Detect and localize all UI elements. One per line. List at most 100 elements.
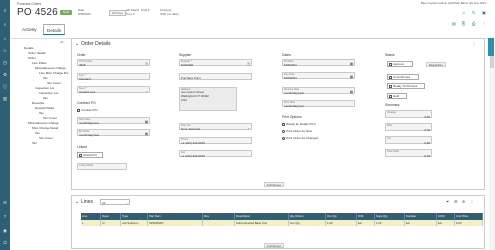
table-cell[interactable]: 1.00 <box>375 219 405 226</box>
side-panel-tab[interactable] <box>488 38 494 56</box>
ready-print-checkbox[interactable]: Ready for Ready Print <box>282 122 316 126</box>
checkbox-box[interactable] <box>389 76 393 80</box>
filter-icon[interactable]: ⏷ <box>446 199 449 204</box>
home-icon[interactable]: ⌂ <box>2 36 8 41</box>
tree-item[interactable]: Order details <box>28 51 46 55</box>
chevron-down-icon[interactable]: ⌄ <box>125 200 128 206</box>
unconfirmed-toggle[interactable]: Unconfirmed <box>387 74 419 80</box>
breadcrumb[interactable]: Purchase Orders <box>17 2 41 6</box>
collapse-chevron-icon[interactable]: ⌄ <box>75 39 79 49</box>
global-po-checkbox[interactable]: Global PO <box>77 152 103 158</box>
due-date-field[interactable]: Due Date 6/25/2021 ▦ <box>282 72 355 80</box>
attachment-icon[interactable]: ⎘ <box>462 21 465 26</box>
radio-button[interactable] <box>282 136 286 140</box>
hold-toggle[interactable]: Hold <box>387 93 407 99</box>
checkbox-box[interactable] <box>389 63 393 67</box>
table-cell[interactable]: 1 <box>81 219 101 226</box>
table-cell[interactable] <box>203 219 235 226</box>
tree-item[interactable]: Line Misc Charge Dis <box>39 71 68 75</box>
tree-item[interactable]: Inspection Lot <box>39 91 58 95</box>
table-cell[interactable]: EA <box>357 219 375 226</box>
add-icon[interactable]: ⊕ <box>462 199 465 204</box>
bell-icon[interactable]: ♫ <box>462 10 465 15</box>
tree-item[interactable]: Tax <box>43 76 48 80</box>
tree-item[interactable]: Miscellaneous Charge <box>28 121 59 125</box>
tree-item[interactable]: Line Pallet <box>32 61 46 65</box>
tree-item[interactable]: Receipt Pallet <box>35 106 54 110</box>
table-cell[interactable]: Job Subcont... <box>121 219 148 226</box>
phone-field[interactable]: Phone +1 (222) 324-6156 <box>179 137 252 145</box>
collapse-chevron-icon[interactable]: ⌄ <box>75 199 79 205</box>
tree-item[interactable]: Tax Cover <box>47 81 61 85</box>
table-cell[interactable]: 0.00 <box>455 219 483 226</box>
full-screen-button[interactable]: Full Screen <box>264 182 285 187</box>
checkbox-box[interactable] <box>79 154 83 158</box>
info-icon[interactable]: ⓘ <box>2 84 8 89</box>
table-cell[interactable]: Subcontracted Base Unit <box>235 219 289 226</box>
settings-icon[interactable]: ⚙ <box>2 72 8 77</box>
end-date-field[interactable]: End Date month/day/year ▦ <box>77 129 150 137</box>
calendar-icon[interactable]: ▦ <box>145 120 148 124</box>
contract-po-checkbox[interactable]: Contract PO <box>77 108 98 112</box>
tree-item[interactable]: Tax <box>43 96 48 100</box>
checkbox-box[interactable] <box>389 95 393 99</box>
table-cell[interactable]: SP0025207 <box>148 219 203 226</box>
checkbox-box[interactable] <box>282 122 286 126</box>
linked-order-field[interactable]: Linked Order <box>77 163 127 170</box>
chevron-down-icon[interactable]: ⌄ <box>247 126 250 130</box>
copy-icon[interactable]: ⎘ <box>145 62 148 66</box>
lines-full-screen-button[interactable]: Full Screen <box>264 243 285 248</box>
tree-item[interactable]: Tax <box>35 131 40 135</box>
chevron-down-icon[interactable]: ⌄ <box>145 89 148 93</box>
table-row[interactable]: 1 ☑ Job Subcont... SP0025207 Subcontract… <box>81 219 483 226</box>
tree-item[interactable]: Misc Charge Detail <box>32 126 58 130</box>
radio-button[interactable] <box>282 129 286 133</box>
chart-icon[interactable]: ▥ <box>2 96 8 101</box>
save-icon[interactable]: ▣ <box>482 10 486 15</box>
print-date-field[interactable]: Print Date month/day/year <box>282 100 355 108</box>
more-icon[interactable]: ⋮ <box>482 21 486 26</box>
hamburger-icon[interactable]: ≡ <box>2 8 8 13</box>
tree-item[interactable]: Miscellaneous Charge <box>35 66 66 70</box>
tree-item[interactable]: Inspection Lot <box>35 86 54 90</box>
fill-times-button[interactable]: Fill Times <box>109 10 126 16</box>
logout-icon[interactable]: ⏻ <box>2 240 8 245</box>
print-as-new-radio[interactable]: Print Order As New <box>282 129 312 133</box>
vertical-scrollbar[interactable] <box>489 38 495 250</box>
user-icon[interactable]: ◉ <box>2 228 8 233</box>
tree-item[interactable]: Receipts <box>32 101 44 105</box>
tree-item[interactable]: Details <box>24 46 33 50</box>
checkbox-box[interactable] <box>389 85 393 89</box>
search-icon[interactable]: ⌕ <box>2 22 8 27</box>
ready-to-process-toggle[interactable]: Ready To Process <box>387 83 425 89</box>
tree-item[interactable]: Tax Cover <box>39 136 53 140</box>
clock-icon[interactable]: ◷ <box>2 60 8 65</box>
po-date-field[interactable]: PO Date 6/25/2021 ▦ <box>282 59 355 67</box>
calendar-icon[interactable]: ▦ <box>350 62 353 66</box>
buyer-field[interactable]: Buyer * Howard Low ⌄ <box>77 86 150 94</box>
fax-field[interactable]: Fax +1 (222) 324-6156 <box>179 150 252 158</box>
calendar-icon[interactable]: ▦ <box>350 90 353 94</box>
chat-icon[interactable]: ✉ <box>2 200 8 205</box>
tab-activity[interactable]: Activity <box>19 24 40 35</box>
more-icon[interactable]: ⋮ <box>470 199 474 204</box>
table-cell[interactable]: 1.00 <box>326 219 357 226</box>
user-info[interactable]: Baron System Admin QuickNav Baron QH Nov… <box>421 1 489 5</box>
table-cell[interactable]: Our Qty <box>289 219 326 226</box>
help-icon[interactable]: ? <box>2 214 8 219</box>
table-cell[interactable]: ☑ <box>101 219 121 226</box>
lines-filter-select[interactable]: All ⌄ <box>100 199 130 205</box>
requisition-button[interactable]: Requisition <box>426 61 446 67</box>
checkbox-box[interactable] <box>77 108 81 112</box>
order-details-header[interactable]: ⌄ Order Details <box>72 39 486 49</box>
currency-meta[interactable]: Currency USD (no data) <box>160 8 178 17</box>
tree-all-toggle[interactable]: All <box>60 40 63 44</box>
approve-toggle[interactable]: Approve <box>387 61 413 67</box>
panel-more-icon[interactable]: ⋮ <box>472 41 476 46</box>
print-icon[interactable]: ⎙ <box>472 21 475 26</box>
table-cell[interactable]: EA <box>405 219 437 226</box>
ship-via-field[interactable]: Ship Via None Selected ⌄ <box>179 123 252 131</box>
tree-item[interactable]: Tax Cover <box>43 116 57 120</box>
tab-details[interactable]: Details <box>43 24 66 35</box>
purchase-point-field[interactable]: Purchase Point <box>179 73 252 80</box>
